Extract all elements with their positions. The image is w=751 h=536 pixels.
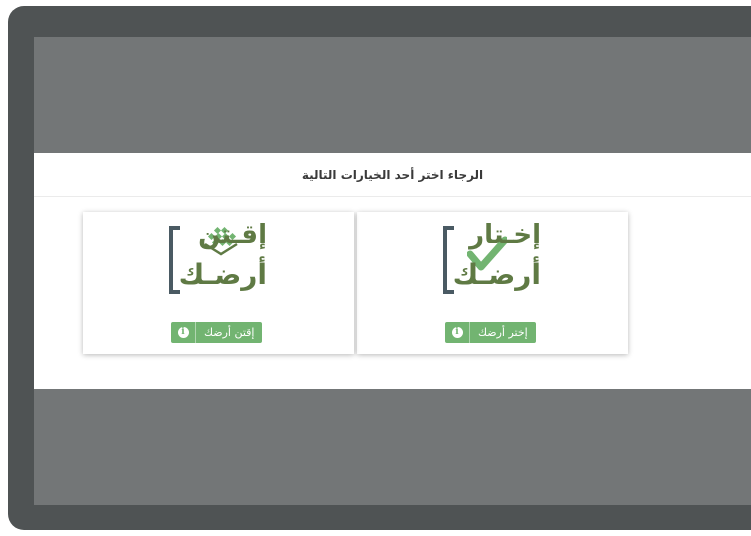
- acquire-land-button[interactable]: i إقتن أرضك: [171, 322, 263, 343]
- options-container: إخـتار أرضـك i إختر أرضك إقـتن أرضـك i إ…: [81, 212, 628, 354]
- info-circle-icon[interactable]: i: [171, 322, 196, 343]
- option-card-acquire-land[interactable]: إقـتن أرضـك i إقتن أرضك: [83, 212, 354, 354]
- choose-land-button-label: إختر أرضك: [478, 326, 528, 339]
- modal-title: الرجاء اختر أحد الخيارات التالية: [301, 167, 484, 182]
- info-circle-icon[interactable]: i: [445, 322, 470, 343]
- screen: الرجاء اختر أحد الخيارات التالية إخـتار …: [34, 37, 751, 505]
- acquire-land-logo: إقـتن أرضـك: [165, 220, 273, 304]
- logo-word-bottom: أرضـك: [452, 258, 541, 291]
- selection-modal: الرجاء اختر أحد الخيارات التالية إخـتار …: [34, 153, 751, 389]
- choose-land-logo: إخـتار أرضـك: [439, 220, 547, 304]
- logo-word-top: إخـتار: [469, 220, 541, 250]
- logo-word-top: إقـتن: [198, 220, 267, 250]
- logo-word-bottom: أرضـك: [178, 258, 267, 291]
- modal-header: الرجاء اختر أحد الخيارات التالية: [34, 153, 751, 197]
- option-card-choose-land[interactable]: إخـتار أرضـك i إختر أرضك: [357, 212, 628, 354]
- choose-land-button[interactable]: i إختر أرضك: [445, 322, 536, 343]
- acquire-land-button-label: إقتن أرضك: [204, 326, 255, 339]
